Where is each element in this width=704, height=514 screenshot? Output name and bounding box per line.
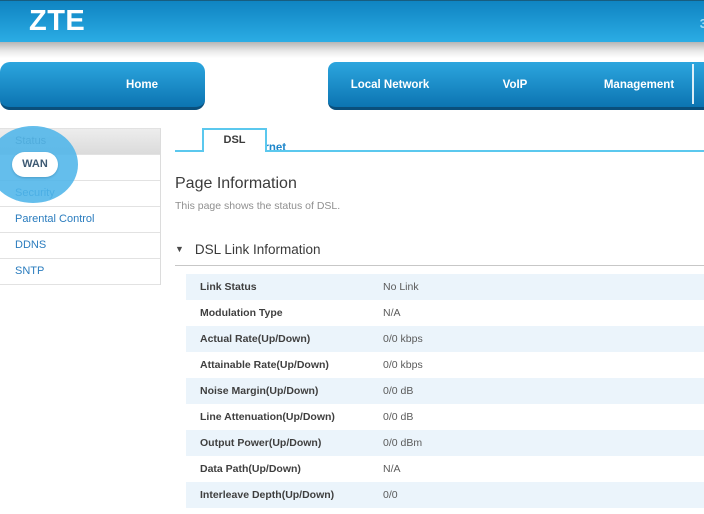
zte-logo: ZTE <box>29 5 85 38</box>
row-value: 0/0 kbps <box>383 326 423 352</box>
row-label: Attainable Rate(Up/Down) <box>200 352 329 378</box>
row-value: 0/0 kbps <box>383 352 423 378</box>
nav-separator <box>692 64 694 104</box>
table-row: Output Power(Up/Down) 0/0 dBm <box>186 430 704 456</box>
sidebar-item-wan-highlighted[interactable]: WAN <box>12 152 58 177</box>
tab-management[interactable]: Management <box>604 79 674 91</box>
row-label: Output Power(Up/Down) <box>200 430 321 456</box>
row-label: Actual Rate(Up/Down) <box>200 326 310 352</box>
collapse-caret-icon: ▼ <box>175 244 184 254</box>
tab-home-label: Home <box>126 79 158 91</box>
tab-voip[interactable]: VoIP <box>503 79 528 91</box>
dsl-link-information-section-toggle[interactable]: ▼ DSL Link Information <box>175 241 320 259</box>
table-row: Link Status No Link <box>186 274 704 300</box>
table-row: Data Path(Up/Down) N/A <box>186 456 704 482</box>
row-value: 0/0 dB <box>383 378 413 404</box>
main-nav-bar: Home Internet Local Network VoIP Managem… <box>0 62 704 110</box>
row-value: N/A <box>383 300 401 326</box>
page-title: Page Information <box>175 175 297 193</box>
router-admin-page: ZTE 3 Home Internet Local Network VoIP M… <box>0 0 704 514</box>
table-row: Line Attenuation(Up/Down) 0/0 dB <box>186 404 704 430</box>
table-row: Noise Margin(Up/Down) 0/0 dB <box>186 378 704 404</box>
sidebar-item-ddns[interactable]: DDNS <box>0 233 160 259</box>
row-value: N/A <box>383 456 401 482</box>
header-shadow-strip <box>0 42 704 62</box>
nav-right-group: Local Network VoIP Management <box>328 62 704 110</box>
brand-header: ZTE 3 <box>0 0 704 42</box>
dsl-link-info-table: Link Status No Link Modulation Type N/A … <box>186 274 704 508</box>
row-label: Modulation Type <box>200 300 283 326</box>
row-label: Line Attenuation(Up/Down) <box>200 404 335 430</box>
row-value: 0/0 dB <box>383 404 413 430</box>
section-divider <box>175 265 704 266</box>
tab-home[interactable]: Home <box>0 62 205 110</box>
section-title: DSL Link Information <box>195 242 321 257</box>
row-label: Data Path(Up/Down) <box>200 456 301 482</box>
row-label: Noise Margin(Up/Down) <box>200 378 318 404</box>
row-value: No Link <box>383 274 419 300</box>
sidebar-item-sntp[interactable]: SNTP <box>0 259 160 285</box>
page-description: This page shows the status of DSL. <box>175 200 340 212</box>
table-row: Interleave Depth(Up/Down) 0/0 <box>186 482 704 508</box>
row-label: Interleave Depth(Up/Down) <box>200 482 334 508</box>
sidebar-item-parental-control[interactable]: Parental Control <box>0 207 160 233</box>
row-value: 0/0 dBm <box>383 430 422 456</box>
table-row: Modulation Type N/A <box>186 300 704 326</box>
table-row: Attainable Rate(Up/Down) 0/0 kbps <box>186 352 704 378</box>
tab-local-network[interactable]: Local Network <box>351 79 430 91</box>
header-cutoff-text: 3 <box>700 16 704 31</box>
table-row: Actual Rate(Up/Down) 0/0 kbps <box>186 326 704 352</box>
row-label: Link Status <box>200 274 257 300</box>
row-value: 0/0 <box>383 482 398 508</box>
tab-dsl[interactable]: DSL <box>202 128 267 152</box>
